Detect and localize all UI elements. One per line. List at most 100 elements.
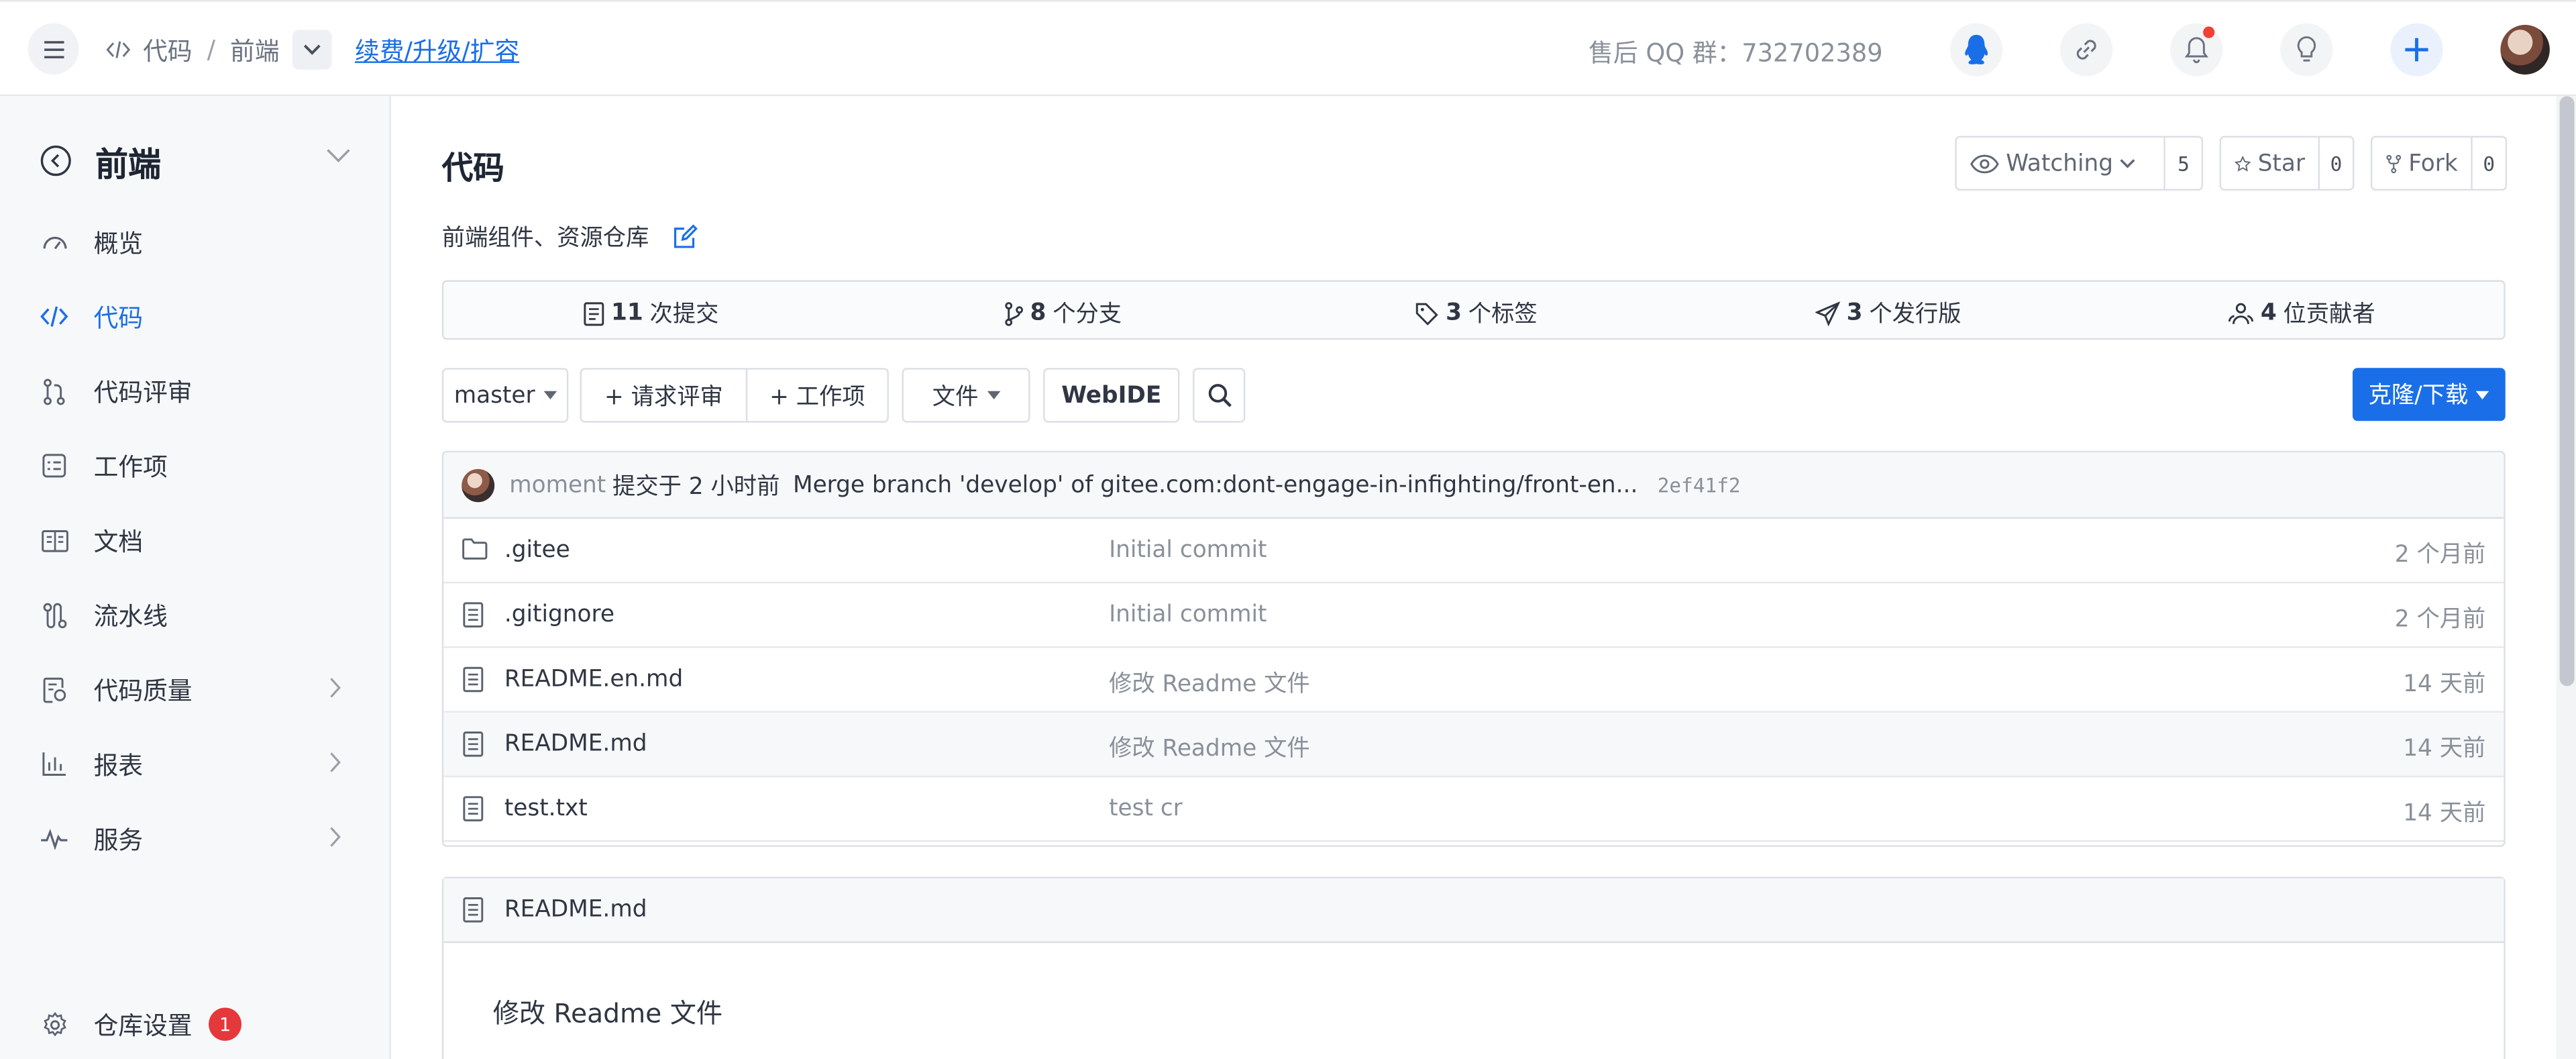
tags-label: 个标签 (1468, 301, 1538, 328)
new-work-item-button[interactable]: + 工作项 (745, 368, 889, 423)
file-name[interactable]: .gitee (504, 537, 570, 564)
page-scrollbar[interactable] (2556, 96, 2576, 1059)
gauge-icon (42, 236, 66, 249)
qq-button[interactable] (1949, 23, 2003, 77)
file-updated-time: 14 天前 (2403, 800, 2486, 827)
file-commit-message[interactable]: test cr (1109, 795, 1183, 822)
webide-button[interactable]: WebIDE (1043, 368, 1180, 423)
fork-icon (2386, 154, 2402, 172)
sidebar-item-label: 服务 (93, 824, 144, 855)
search-button[interactable] (1192, 368, 1246, 423)
quality-icon (42, 676, 65, 703)
contributors-stat[interactable]: 4 位贡献者 (2228, 297, 2375, 330)
commit-doc-icon (584, 301, 604, 325)
commit-message[interactable]: Merge branch 'develop' of gitee.com:dont… (793, 472, 1638, 499)
create-button[interactable] (2390, 23, 2443, 77)
readme-content: 修改 Readme 文件 (492, 997, 723, 1029)
tips-button[interactable] (2280, 23, 2333, 77)
sidebar-item-overview[interactable]: 概览 (40, 222, 352, 262)
commit-sha[interactable]: 2ef41f2 (1658, 473, 1741, 497)
commit-time: 提交于 2 小时前 (612, 473, 780, 500)
edit-icon[interactable] (672, 223, 698, 250)
star-button[interactable]: Star (2221, 138, 2318, 189)
sidebar-item-code[interactable]: 代码 (40, 297, 352, 336)
plus-icon (2405, 38, 2428, 62)
main-content: 代码 前端组件、资源仓库 Watching 5 Star 0 Fork 0 11… (392, 96, 2555, 1059)
file-row[interactable]: test.txt test cr 14 天前 (443, 777, 2504, 842)
breadcrumb-item-project[interactable]: 前端 (230, 32, 280, 67)
sidebar-item-reports[interactable]: 报表 (40, 744, 352, 784)
commit-author-avatar[interactable] (462, 468, 495, 502)
chevron-down-icon[interactable] (325, 148, 352, 164)
sidebar-item-label: 仓库设置 (93, 1010, 193, 1040)
file-name[interactable]: test.txt (504, 795, 588, 822)
gear-icon (43, 1011, 66, 1036)
readme-filename[interactable]: README.md (504, 897, 647, 923)
page-title: 代码 (441, 150, 504, 188)
file-row[interactable]: README.md 修改 Readme 文件 14 天前 (443, 712, 2504, 778)
watch-button[interactable]: Watching (1957, 138, 2164, 189)
sidebar-item-label: 概览 (93, 228, 144, 258)
branches-stat[interactable]: 8 个分支 (1004, 297, 1122, 330)
file-name[interactable]: README.en.md (504, 666, 683, 693)
sidebar-item-services[interactable]: 服务 (40, 819, 352, 858)
code-icon (40, 306, 68, 327)
file-updated-time: 14 天前 (2403, 671, 2486, 698)
code-icon (106, 41, 131, 58)
branch-name: master (453, 382, 535, 409)
fork-count[interactable]: 0 (2471, 137, 2505, 189)
tags-count: 3 (1446, 299, 1462, 327)
file-icon (463, 796, 484, 821)
back-circle-icon[interactable] (40, 144, 72, 177)
file-menu-button[interactable]: 文件 (902, 368, 1030, 423)
releases-stat[interactable]: 3 个发行版 (1815, 297, 1961, 330)
commits-stat[interactable]: 11 次提交 (583, 297, 718, 330)
watch-count[interactable]: 5 (2163, 137, 2202, 189)
menu-button[interactable] (28, 23, 79, 75)
readme-panel: README.md 修改 Readme 文件 (441, 876, 2506, 1059)
commit-author[interactable]: moment (509, 472, 606, 499)
star-label: Star (2257, 150, 2305, 177)
breadcrumb-dropdown[interactable] (292, 30, 332, 70)
upgrade-link[interactable]: 续费/升级/扩容 (355, 33, 519, 68)
file-commit-message[interactable]: Initial commit (1109, 537, 1267, 564)
breadcrumb-item-code[interactable]: 代码 (143, 32, 193, 67)
file-icon (463, 602, 484, 627)
sidebar-header[interactable]: 前端 (40, 141, 352, 183)
file-row[interactable]: README.en.md 修改 Readme 文件 14 天前 (443, 648, 2504, 713)
file-name[interactable]: .gitignore (504, 601, 614, 628)
hamburger-icon (43, 40, 64, 58)
sidebar-item-pipeline[interactable]: 流水线 (40, 595, 352, 635)
branch-select[interactable]: master (441, 368, 569, 423)
scrollbar-thumb[interactable] (2559, 96, 2575, 687)
clone-download-button[interactable]: 克隆/下载 (2352, 368, 2506, 421)
file-icon (463, 732, 484, 757)
sidebar-item-code-review[interactable]: 代码评审 (40, 371, 352, 411)
webide-label: WebIDE (1061, 382, 1162, 409)
file-commit-message[interactable]: 修改 Readme 文件 (1109, 666, 1310, 699)
commits-label: 次提交 (649, 301, 719, 328)
sidebar-item-docs[interactable]: 文档 (40, 520, 352, 560)
sidebar-item-repo-settings[interactable]: 仓库设置 1 (40, 1005, 352, 1044)
file-row[interactable]: .gitignore Initial commit 2 个月前 (443, 583, 2504, 648)
file-commit-message[interactable]: Initial commit (1109, 601, 1267, 628)
sidebar-item-code-quality[interactable]: 代码质量 (40, 670, 352, 709)
user-avatar[interactable] (2500, 25, 2550, 75)
new-pull-request-button[interactable]: + 请求评审 (580, 368, 748, 423)
new-work-item-label: + 工作项 (769, 383, 865, 411)
fork-button-group: Fork 0 (2370, 136, 2508, 191)
branch-icon (1005, 301, 1023, 325)
star-count[interactable]: 0 (2318, 137, 2353, 189)
notifications-button[interactable] (2170, 23, 2223, 77)
tags-stat[interactable]: 3 个标签 (1415, 297, 1538, 330)
file-name[interactable]: README.md (504, 731, 647, 758)
file-commit-message[interactable]: 修改 Readme 文件 (1109, 731, 1310, 764)
page-root: 代码 / 前端 续费/升级/扩容 售后 QQ 群：732702389 前端 概览… (0, 0, 2576, 1059)
star-icon (2234, 154, 2251, 171)
chevron-down-icon (304, 44, 321, 55)
sidebar-item-work-items[interactable]: 工作项 (40, 446, 352, 485)
file-row[interactable]: .gitee Initial commit 2 个月前 (443, 519, 2504, 584)
fork-button[interactable]: Fork (2372, 138, 2471, 189)
file-icon (463, 666, 484, 693)
link-button[interactable] (2060, 23, 2113, 77)
